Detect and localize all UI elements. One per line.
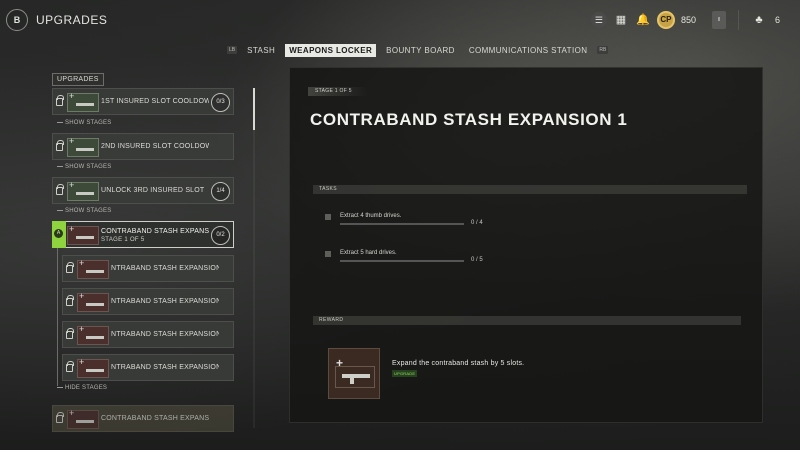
apps-grid-icon[interactable]: ▦	[613, 12, 629, 28]
upgrade-name: CONTRABAND STASH EXPANSION 1	[101, 415, 209, 422]
weapon-thumbnail	[77, 357, 109, 378]
reward-section-header: REWARD	[313, 316, 741, 325]
weapon-thumbnail	[67, 136, 99, 157]
weapon-thumbnail	[77, 291, 109, 312]
page-title: UPGRADES	[36, 13, 108, 27]
stage-card-expansion-2[interactable]: NTRABAND STASH EXPANSION 2	[62, 255, 234, 282]
task-progress-bar	[340, 223, 464, 225]
progress-counter: 1/4	[211, 182, 230, 201]
upgrade-name: CONTRABAND STASH EXPANSION 1	[101, 228, 209, 235]
menu-icon[interactable]: ☰	[590, 12, 607, 28]
squad-icon[interactable]: ♣	[751, 12, 767, 28]
rifle-icon	[342, 374, 370, 384]
show-stages-link[interactable]: SHOW STAGES	[57, 208, 111, 214]
tab-bounty-board[interactable]: BOUNTY BOARD	[382, 44, 459, 57]
task-checkbox	[325, 214, 331, 220]
top-right-tray: ☰ ▦ 🔔 CP 850 II ♣ 6	[590, 8, 780, 32]
upgrade-name: 1ST INSURED SLOT COOLDOWN RE	[101, 98, 209, 105]
upgrade-name: NTRABAND STASH EXPANSION 3	[111, 298, 219, 305]
rank-badge-icon[interactable]: II	[711, 11, 726, 29]
progress-counter: 0/2	[211, 226, 230, 245]
tab-stash[interactable]: STASH	[243, 44, 279, 57]
tab-communications-station[interactable]: COMMUNICATIONS STATION	[465, 44, 592, 57]
detail-title: CONTRABAND STASH EXPANSION 1	[310, 110, 628, 129]
upgrade-card-contraband-expansion-1-selected[interactable]: A CONTRABAND STASH EXPANSION 1 STAGE 1 O…	[52, 221, 234, 248]
hide-stages-link[interactable]: HIDE STAGES	[57, 385, 107, 391]
tab-weapons-locker[interactable]: WEAPONS LOCKER	[285, 43, 377, 57]
lock-icon	[66, 361, 74, 372]
tab-next-key-hint: RB	[597, 46, 609, 54]
stage-card-expansion-3[interactable]: NTRABAND STASH EXPANSION 3	[62, 288, 234, 315]
scrollbar-thumb[interactable]	[253, 88, 255, 130]
upgrade-name: NTRABAND STASH EXPANSION 2	[111, 265, 219, 272]
upgrade-card-2nd-insured-slot[interactable]: 2ND INSURED SLOT COOLDOWN RE	[52, 133, 234, 160]
plus-icon: +	[336, 356, 344, 370]
cod-points-amount: 850	[680, 15, 696, 25]
upgrade-card-1st-insured-slot[interactable]: 1ST INSURED SLOT COOLDOWN RE 0/3	[52, 88, 234, 115]
task-label: Extract 4 thumb drives.	[340, 213, 402, 219]
upgrade-name: UNLOCK 3RD INSURED SLOT	[101, 187, 205, 194]
lock-icon	[66, 328, 74, 339]
reward-description: Expand the contraband stash by 5 slots.	[392, 360, 525, 367]
lock-icon	[56, 95, 64, 106]
upgrades-section-label: UPGRADES	[52, 73, 104, 86]
task-checkbox	[325, 251, 331, 257]
lock-icon	[56, 412, 64, 423]
weapon-thumbnail	[77, 324, 109, 345]
show-stages-link[interactable]: SHOW STAGES	[57, 164, 111, 170]
tasks-section-header: TASKS	[313, 185, 747, 194]
lock-icon	[56, 184, 64, 195]
weapon-thumbnail	[67, 91, 99, 112]
selected-indicator: A	[52, 221, 66, 248]
upgrade-name: NTRABAND STASH EXPANSION 5	[111, 364, 219, 371]
lock-icon	[66, 262, 74, 273]
divider	[737, 10, 739, 30]
stage-chip: STAGE 1 OF 5	[308, 87, 368, 96]
back-key-label: B	[13, 15, 21, 25]
stage-card-expansion-4[interactable]: NTRABAND STASH EXPANSION 4	[62, 321, 234, 348]
tab-bar: LB STASH WEAPONS LOCKER BOUNTY BOARD COM…	[227, 43, 609, 57]
back-button[interactable]: B	[6, 9, 28, 31]
upgrades-list-header: UPGRADES	[52, 68, 238, 86]
upgrade-name: NTRABAND STASH EXPANSION 4	[111, 331, 219, 338]
scrollbar-track[interactable]	[253, 88, 255, 428]
upgrade-name: 2ND INSURED SLOT COOLDOWN RE	[101, 143, 209, 150]
weapon-thumbnail	[67, 224, 99, 245]
upgrade-stage: STAGE 1 OF 5	[101, 237, 145, 243]
stage-connector-line	[57, 248, 58, 386]
upgrade-card-next-contraband[interactable]: CONTRABAND STASH EXPANSION 1	[52, 405, 234, 432]
lock-icon	[56, 140, 64, 151]
notification-bell-icon[interactable]: 🔔	[635, 12, 651, 28]
top-bar: B UPGRADES ☰ ▦ 🔔 CP 850 II ♣ 6	[0, 0, 800, 40]
reward-type-badge: UPGRADE	[392, 370, 418, 377]
task-count: 0 / 4	[471, 220, 483, 226]
task-count: 0 / 5	[471, 257, 483, 263]
weapon-thumbnail	[67, 180, 99, 201]
stage-card-expansion-5[interactable]: NTRABAND STASH EXPANSION 5	[62, 354, 234, 381]
upgrade-card-3rd-insured-slot[interactable]: UNLOCK 3RD INSURED SLOT 1/4	[52, 177, 234, 204]
reward-thumbnail: +	[328, 348, 380, 399]
a-button-icon: A	[54, 229, 63, 238]
task-label: Extract 5 hard drives.	[340, 250, 397, 256]
cod-points-icon: CP	[656, 11, 675, 29]
weapon-thumbnail	[67, 408, 99, 429]
squad-count: 6	[774, 15, 780, 25]
lock-icon	[66, 295, 74, 306]
tab-prev-key-hint: LB	[227, 46, 238, 54]
task-progress-bar	[340, 260, 464, 262]
show-stages-link[interactable]: SHOW STAGES	[57, 120, 111, 126]
weapon-thumbnail	[77, 258, 109, 279]
progress-counter: 0/3	[211, 93, 230, 112]
